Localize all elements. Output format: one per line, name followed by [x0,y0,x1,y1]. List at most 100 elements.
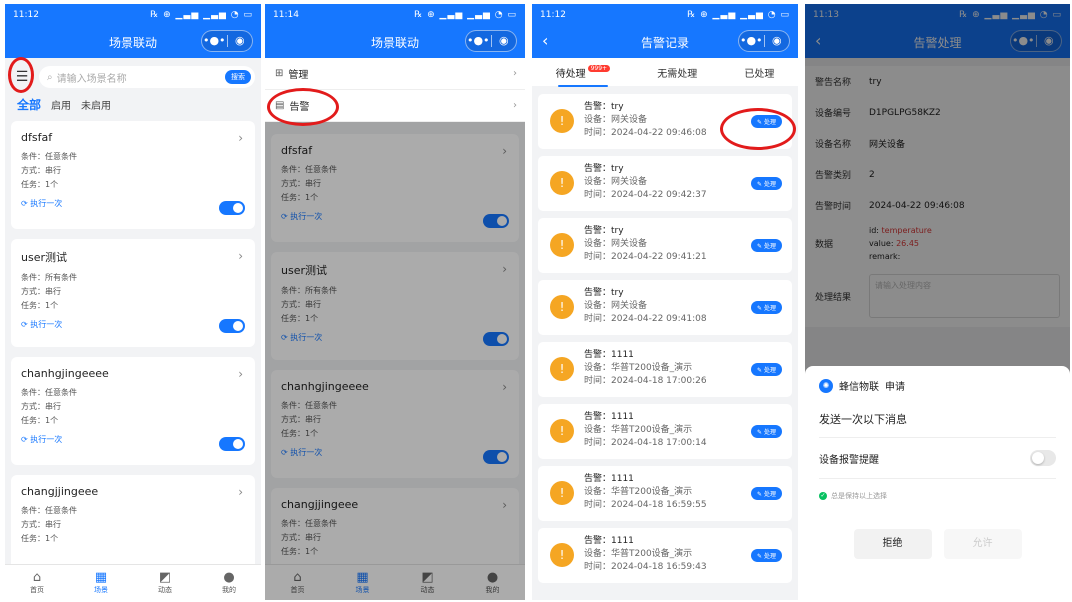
status-icons: ℞ ⊕ ▁▃▅ ▁▃▅ ◔ ▭ [150,10,253,20]
tab-mine[interactable]: ● 我的 [197,565,261,600]
search-button[interactable]: 搜索 [225,70,251,84]
alarm-title: 告警：1111 [584,350,634,360]
back-arrow-icon[interactable]: ‹ [542,31,548,50]
alarm-title: 告警：1111 [584,474,634,484]
alarm-time: 时间：2024-04-22 09:41:08 [584,314,707,324]
tab-handled[interactable]: 已处理 [744,65,774,80]
dialog-message: 发送一次以下消息 [819,411,1056,438]
warning-icon: ! [550,171,574,195]
modal-mask[interactable] [265,122,525,600]
more-icon[interactable]: •●• [202,31,227,51]
check-icon: ✓ [819,492,827,500]
more-icon[interactable]: •●• [466,31,491,51]
alarm-list: ! 告警：try 设备：网关设备 时间：2024-04-22 09:46:08 ✎ 处理… [532,86,798,583]
alarm-item[interactable]: ! 告警：1111 设备：华普T200设备_演示 时间：2024-04-18 16:5… [538,528,792,583]
scene-list: dfsfaf › 条件：任意条件 方式：串行 任务：1个 ⟳ 执行一次 user测… [5,121,261,583]
page-title: 场景联动 [108,35,157,50]
more-icon[interactable]: •●• [739,31,764,51]
scene-card[interactable]: chanhgjingeeee › 条件：任意条件 方式：串行 任务：1个 ⟳ 执行… [11,357,255,465]
scene-task: 任务：1个 [21,416,59,425]
tab-no-action[interactable]: 无需处理 [657,65,697,80]
header: 11:14 ℞ ⊕ ▁▃▅ ▁▃▅ ◔ ▭ 场景联动 •●• ◉ [265,4,525,58]
scene-condition: 条件：任意条件 [21,506,77,515]
close-target-icon[interactable]: ◉ [228,31,253,51]
close-target-icon[interactable]: ◉ [765,31,790,51]
alarm-item[interactable]: ! 告警：1111 设备：华普T200设备_演示 时间：2024-04-18 17:0… [538,342,792,397]
enable-toggle[interactable] [219,437,245,451]
mini-program-capsule[interactable]: •●• ◉ [738,30,790,52]
scene-name: chanhgjingeeee [21,367,109,380]
alarm-item[interactable]: ! 告警：1111 设备：华普T200设备_演示 时间：2024-04-18 16:5… [538,466,792,521]
chevron-right-icon: › [513,100,517,111]
alarm-item[interactable]: ! 告警：try 设备：网关设备 时间：2024-04-22 09:42:37 ✎ 处理 [538,156,792,211]
home-icon: ⌂ [32,570,42,585]
mini-program-capsule[interactable]: •●• ◉ [201,30,253,52]
annotation-circle [8,57,34,93]
allow-button[interactable]: 允许 [943,529,1022,559]
tab-scene[interactable]: ▦ 场景 [69,565,133,600]
phone-alarm-records: 11:12 ℞ ⊕ ▁▃▅ ▁▃▅ ◔ ▭ ‹ 告警记录 •●• ◉ 待处理999+ … [532,4,798,600]
alarm-item[interactable]: ! 告警：try 设备：网关设备 时间：2024-04-22 09:41:21 ✎ 处理 [538,218,792,273]
alarm-time: 时间：2024-04-22 09:42:37 [584,190,707,200]
alarm-item[interactable]: ! 告警：1111 设备：华普T200设备_演示 时间：2024-04-18 17:0… [538,404,792,459]
enable-toggle[interactable] [219,201,245,215]
reject-button[interactable]: 拒绝 [853,529,932,559]
alarm-title: 告警：try [584,288,624,298]
handle-button[interactable]: ✎ 处理 [751,549,782,562]
grid-icon: ⊞ [275,68,284,79]
filter-disabled[interactable]: 未启用 [81,97,111,112]
run-once-button[interactable]: ⟳ 执行一次 [21,198,245,209]
handle-button[interactable]: ✎ 处理 [751,301,782,314]
user-icon: ● [223,570,235,585]
run-once-button[interactable]: ⟳ 执行一次 [21,434,245,445]
menu-item-manage[interactable]: ⊞ 管理 › [265,58,525,90]
annotation-circle [720,108,796,150]
tab-activity[interactable]: ◩ 动态 [133,565,197,600]
close-target-icon[interactable]: ◉ [492,31,517,51]
chevron-right-icon: › [238,249,243,263]
alarm-reminder-switch[interactable] [1030,450,1056,466]
app-name: 蜂信物联 [839,382,879,393]
tab-home[interactable]: ⌂ 首页 [5,565,69,600]
handle-button[interactable]: ✎ 处理 [751,239,782,252]
status-time: 11:14 [273,10,299,20]
alarm-item[interactable]: ! 告警：try 设备：网关设备 时间：2024-04-22 09:41:08 ✎ 处理 [538,280,792,335]
alarm-time: 时间：2024-04-18 16:59:43 [584,562,707,572]
scene-condition: 条件：任意条件 [21,152,77,161]
grid-icon: ▦ [94,570,108,585]
annotation-circle [267,88,339,126]
warning-icon: ! [550,357,574,381]
handle-button[interactable]: ✎ 处理 [751,177,782,190]
alarm-time: 时间：2024-04-18 17:00:26 [584,376,707,386]
filter-all[interactable]: 全部 [17,96,41,113]
enable-toggle[interactable] [219,319,245,333]
warning-icon: ! [550,233,574,257]
alarm-time: 时间：2024-04-18 16:59:55 [584,500,707,510]
page-title: 告警记录 [640,35,689,50]
handle-button[interactable]: ✎ 处理 [751,363,782,376]
always-keep-option[interactable]: ✓ 总是保持以上选择 [819,491,1056,501]
run-once-button[interactable]: ⟳ 执行一次 [21,319,245,330]
filter-enabled[interactable]: 启用 [51,97,71,112]
chevron-right-icon: › [513,68,517,79]
scene-card[interactable]: dfsfaf › 条件：任意条件 方式：串行 任务：1个 ⟳ 执行一次 [11,121,255,229]
scene-mode: 方式：串行 [21,402,61,411]
request-label: 申请 [885,382,905,393]
handle-button[interactable]: ✎ 处理 [751,487,782,500]
scene-card[interactable]: user测试 › 条件：所有条件 方式：串行 任务：1个 ⟳ 执行一次 [11,239,255,347]
page-title: 场景联动 [370,35,419,50]
alarm-time: 时间：2024-04-22 09:41:21 [584,252,707,262]
tab-pending[interactable]: 待处理999+ [556,64,611,87]
alarm-title: 告警：1111 [584,412,634,422]
alarm-title: 告警：try [584,164,624,174]
status-icons: ℞ ⊕ ▁▃▅ ▁▃▅ ◔ ▭ [414,10,517,20]
phone-scene-list: 11:12 ℞ ⊕ ▁▃▅ ▁▃▅ ◔ ▭ 场景联动 •●• ◉ ☰ ⌕ 请输入场景… [5,4,261,600]
mini-program-capsule[interactable]: •●• ◉ [465,30,517,52]
scene-mode: 方式：串行 [21,287,61,296]
warning-icon: ! [550,295,574,319]
app-logo-icon: ✺ [819,378,833,393]
search-placeholder: 请输入场景名称 [56,73,127,85]
handle-button[interactable]: ✎ 处理 [751,425,782,438]
search-input[interactable]: ⌕ 请输入场景名称 搜索 [39,66,255,88]
scene-condition: 条件：任意条件 [21,388,77,397]
